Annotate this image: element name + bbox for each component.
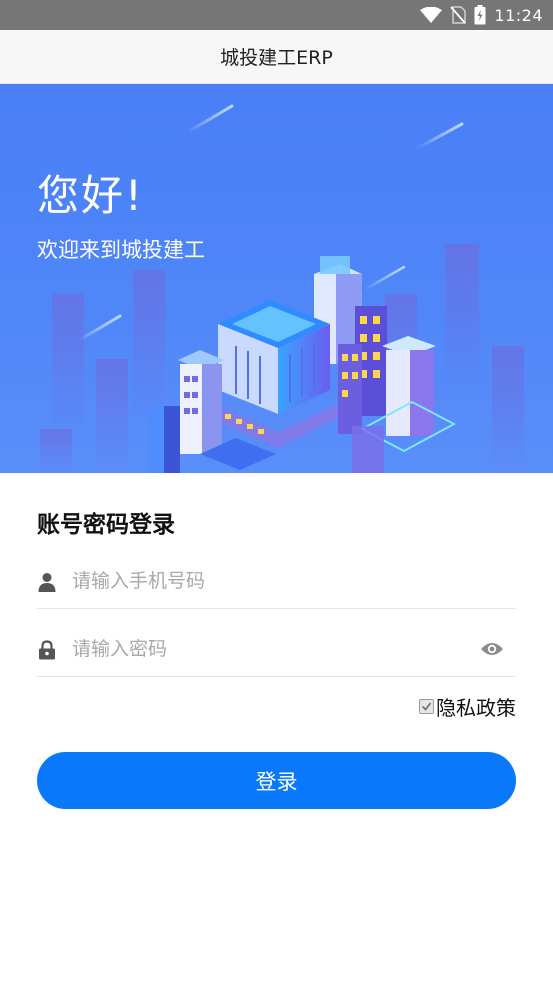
greeting-heading: 您好! [37, 171, 144, 220]
privacy-policy-link[interactable]: 隐私政策 [436, 692, 516, 721]
lock-icon [38, 640, 56, 660]
status-icons: 11:24 [420, 0, 543, 30]
login-title: 账号密码登录 [37, 512, 175, 538]
status-time: 11:24 [494, 5, 543, 25]
privacy-policy-row: 隐私政策 [419, 692, 516, 720]
wifi-icon [420, 7, 443, 23]
no-sim-icon [450, 6, 467, 24]
status-bar: 11:24 [0, 0, 553, 30]
eye-icon[interactable] [480, 641, 504, 657]
phone-field [37, 552, 516, 609]
page-title: 城投建工ERP [220, 47, 333, 69]
password-input[interactable] [72, 632, 472, 666]
battery-charging-icon [474, 5, 486, 25]
login-button[interactable]: 登录 [37, 752, 516, 809]
welcome-text: 欢迎来到城投建工 [37, 238, 205, 262]
privacy-checkbox[interactable] [419, 698, 434, 714]
user-icon [38, 572, 56, 592]
welcome-banner: 您好! 欢迎来到城投建工 [0, 84, 553, 473]
password-field [37, 620, 516, 677]
city-illustration [40, 104, 524, 473]
app-header: 城投建工ERP [0, 30, 553, 84]
phone-input[interactable] [72, 564, 472, 598]
